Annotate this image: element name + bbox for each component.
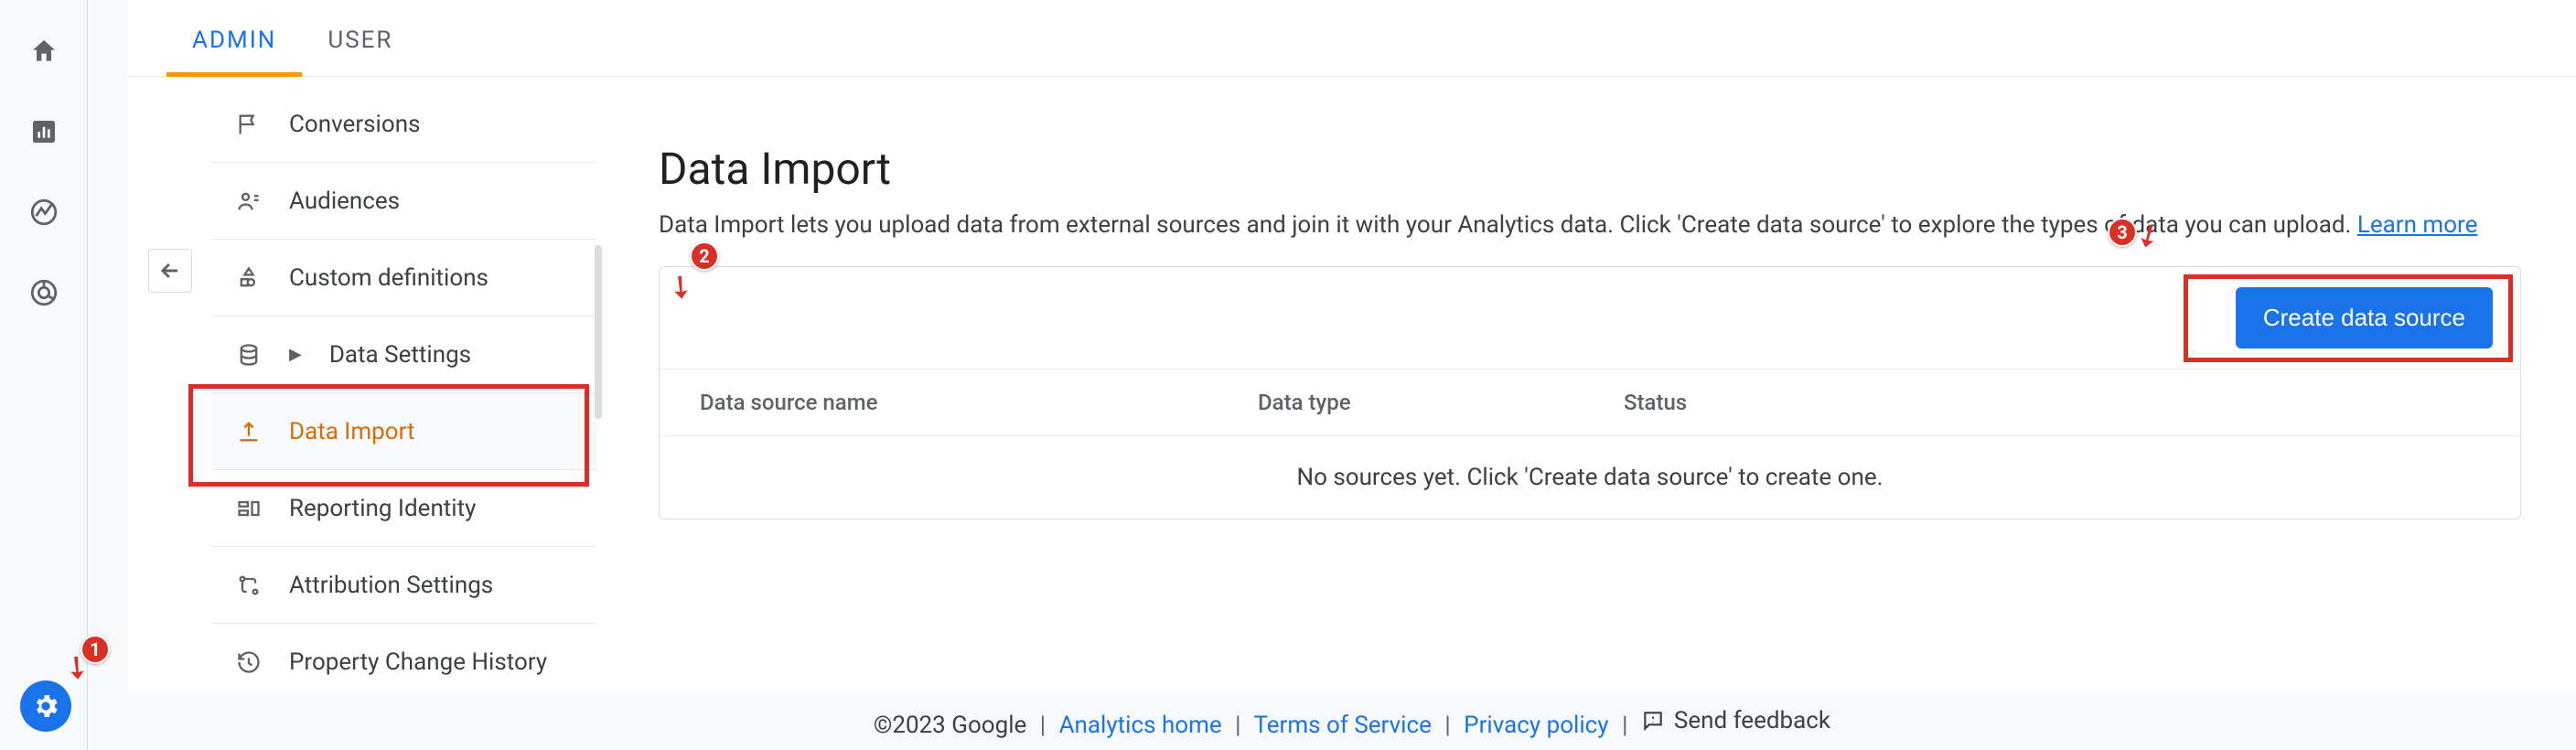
reports-icon[interactable] — [24, 112, 64, 152]
upload-icon — [232, 415, 265, 448]
content-area: Data Import Data Import lets you upload … — [596, 77, 2576, 695]
footer-analytics-home[interactable]: Analytics home — [1059, 712, 1222, 739]
admin-gear-button[interactable] — [20, 680, 71, 732]
database-icon — [232, 338, 265, 371]
tab-bar: ADMIN USER — [128, 0, 2576, 77]
nav-attribution-settings[interactable]: Attribution Settings — [212, 547, 596, 624]
identity-icon — [232, 492, 265, 525]
nav-label: Attribution Settings — [289, 572, 493, 599]
annotation-badge-2: 2 — [690, 241, 719, 271]
nav-data-settings[interactable]: ▶ Data Settings — [212, 316, 596, 393]
nav-label: Custom definitions — [289, 264, 488, 292]
history-icon — [232, 646, 265, 679]
create-data-source-button[interactable]: Create data source — [2236, 287, 2493, 348]
main-panel: ADMIN USER Conversions Audiences Custom … — [128, 0, 2576, 695]
path-icon — [232, 569, 265, 602]
chevron-right-icon: ▶ — [289, 345, 302, 364]
footer: ©2023 Google | Analytics home | Terms of… — [128, 707, 2576, 739]
footer-copyright: ©2023 Google — [874, 712, 1026, 739]
data-sources-card: Create data source Data source name Data… — [659, 266, 2521, 520]
left-rail — [0, 0, 88, 750]
nav-label: Data Settings — [329, 341, 471, 369]
page-description: Data Import lets you upload data from ex… — [659, 211, 2521, 239]
property-nav: Conversions Audiences Custom definitions… — [212, 77, 596, 695]
nav-label: Data Import — [289, 418, 415, 445]
nav-conversions[interactable]: Conversions — [212, 86, 596, 163]
th-type: Data type — [1258, 390, 1624, 415]
shapes-icon — [232, 262, 265, 295]
advertising-icon[interactable] — [24, 273, 64, 313]
nav-label: Property Change History — [289, 648, 547, 676]
flag-icon — [232, 108, 265, 141]
footer-tos[interactable]: Terms of Service — [1253, 712, 1431, 739]
feedback-icon — [1641, 709, 1665, 733]
th-status: Status — [1624, 390, 2480, 415]
nav-reporting-identity[interactable]: Reporting Identity — [212, 470, 596, 547]
th-name: Data source name — [700, 390, 1258, 415]
table-header: Data source name Data type Status — [660, 369, 2520, 436]
learn-more-link[interactable]: Learn more — [2357, 211, 2478, 239]
people-icon — [232, 185, 265, 218]
scrollbar-thumb[interactable] — [595, 245, 602, 419]
back-button[interactable] — [148, 249, 192, 293]
send-feedback-button[interactable]: Send feedback — [1641, 707, 1830, 734]
nav-property-change-history[interactable]: Property Change History — [212, 624, 596, 701]
nav-custom-definitions[interactable]: Custom definitions — [212, 240, 596, 316]
annotation-badge-3: 3 — [2108, 218, 2137, 247]
nav-label: Audiences — [289, 188, 400, 215]
nav-data-import[interactable]: Data Import — [212, 393, 596, 470]
home-icon[interactable] — [24, 31, 64, 71]
tab-user[interactable]: USER — [302, 27, 418, 76]
tab-admin[interactable]: ADMIN — [166, 27, 302, 76]
nav-label: Conversions — [289, 111, 420, 138]
annotation-badge-1: 1 — [80, 635, 110, 664]
footer-privacy[interactable]: Privacy policy — [1464, 712, 1608, 739]
explore-icon[interactable] — [24, 192, 64, 232]
nav-audiences[interactable]: Audiences — [212, 163, 596, 240]
nav-label: Reporting Identity — [289, 495, 476, 522]
empty-state: No sources yet. Click 'Create data sourc… — [660, 436, 2520, 519]
page-title: Data Import — [659, 143, 2521, 195]
